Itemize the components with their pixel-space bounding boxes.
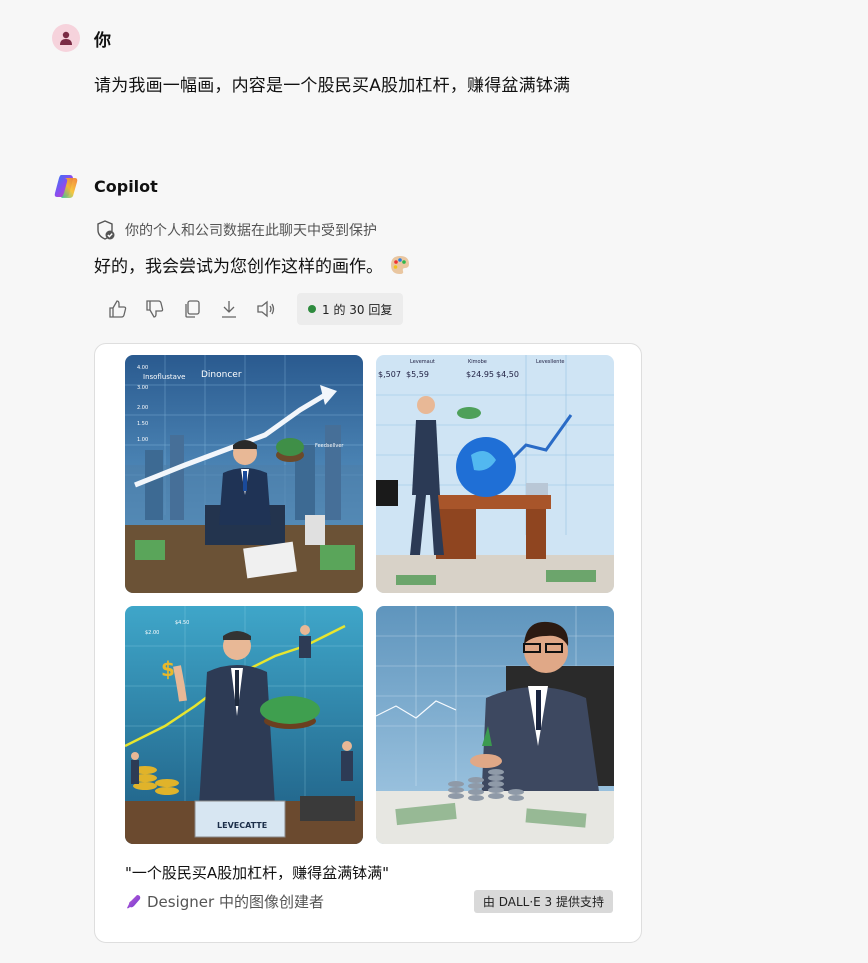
download-icon [222, 301, 236, 318]
status-dot [308, 305, 316, 313]
like-icon [109, 300, 127, 318]
generated-image-4[interactable] [376, 606, 614, 844]
user-message-text: 请为我画一幅画，内容是一个股民买A股加杠杆，赚得盆满钵满 [94, 76, 571, 96]
designer-icon [127, 894, 141, 908]
protection-notice-text: 你的个人和公司数据在此聊天中受到保护 [125, 223, 377, 239]
image-1-label-2: Feedsellver [315, 443, 344, 449]
generated-image-2[interactable]: $,507 $5,59 $24.95 $4,50 Levemaut Kimobe… [376, 355, 614, 593]
copilot-reply: 好的，我会尝试为您创作这样的画作。 [94, 252, 411, 277]
image-2-label-6: Levesllente [536, 359, 564, 365]
copilot-reply-text: 好的，我会尝试为您创作这样的画作。 [94, 257, 383, 277]
image-result-card: Insoflustave Dinoncer Feedsellver 4.00 3… [94, 343, 642, 943]
user-icon [60, 31, 72, 45]
reply-count-text: 1 的 30 回复 [322, 302, 393, 317]
designer-attribution[interactable]: Designer 中的图像创建者 [125, 891, 324, 912]
image-1-label-7: 1.00 [137, 437, 148, 443]
image-2-label-4: Levemaut [410, 359, 435, 365]
image-1-label-5: 2.00 [137, 405, 148, 411]
image-1-label-3: 4.00 [137, 365, 148, 371]
svg-text:$: $ [161, 657, 175, 681]
user-avatar [52, 24, 80, 52]
dislike-button[interactable] [137, 292, 173, 326]
copy-button[interactable] [174, 292, 210, 326]
copilot-logo-icon [54, 175, 78, 198]
chat-page: 你 请为我画一幅画，内容是一个股民买A股加杠杆，赚得盆满钵满 Copilot 你… [0, 0, 868, 963]
image-2-label-1: $5,59 [406, 370, 429, 379]
image-3-label-0: $4.50 [175, 620, 189, 626]
reply-count-badge: 1 的 30 回复 [297, 293, 404, 325]
powered-by-badge: 由 DALL·E 3 提供支持 [473, 890, 613, 913]
artist-palette-icon [391, 255, 409, 274]
dislike-icon [146, 300, 164, 318]
image-2-label-0: $,507 [378, 370, 401, 379]
generated-image-1[interactable]: Insoflustave Dinoncer Feedsellver 4.00 3… [125, 355, 363, 593]
read-aloud-button[interactable] [248, 292, 284, 326]
image-1-label-1: Dinoncer [201, 370, 242, 380]
image-2-label-3: $4,50 [496, 370, 519, 379]
protection-notice: 你的个人和公司数据在此聊天中受到保护 [94, 219, 377, 241]
user-message-header: 你 [52, 24, 111, 52]
copy-icon [185, 300, 200, 318]
image-3-label-2: LEVECATTE [217, 821, 267, 830]
image-prompt-caption: "一个股民买A股加杠杆，赚得盆满钵满" [125, 864, 390, 882]
image-2-label-5: Kimobe [468, 359, 487, 365]
download-button[interactable] [211, 292, 247, 326]
generated-image-3[interactable]: $ $4.50 $2.00 LEVECATTE [125, 606, 363, 844]
image-1-label-4: 3.00 [137, 385, 148, 391]
message-actions: 1 的 30 回复 [100, 292, 404, 326]
image-2-label-2: $24.95 [466, 370, 494, 379]
image-3-label-1: $2.00 [145, 630, 159, 636]
designer-attribution-text: Designer 中的图像创建者 [147, 893, 324, 911]
read-aloud-icon [257, 300, 275, 318]
image-1-label-6: 1.50 [137, 421, 148, 427]
user-name: 你 [94, 30, 111, 51]
copilot-message-header: Copilot [52, 172, 158, 200]
image-1-label-0: Insoflustave [143, 373, 185, 381]
copilot-name: Copilot [94, 176, 158, 196]
shield-check-icon [97, 220, 115, 240]
like-button[interactable] [100, 292, 136, 326]
